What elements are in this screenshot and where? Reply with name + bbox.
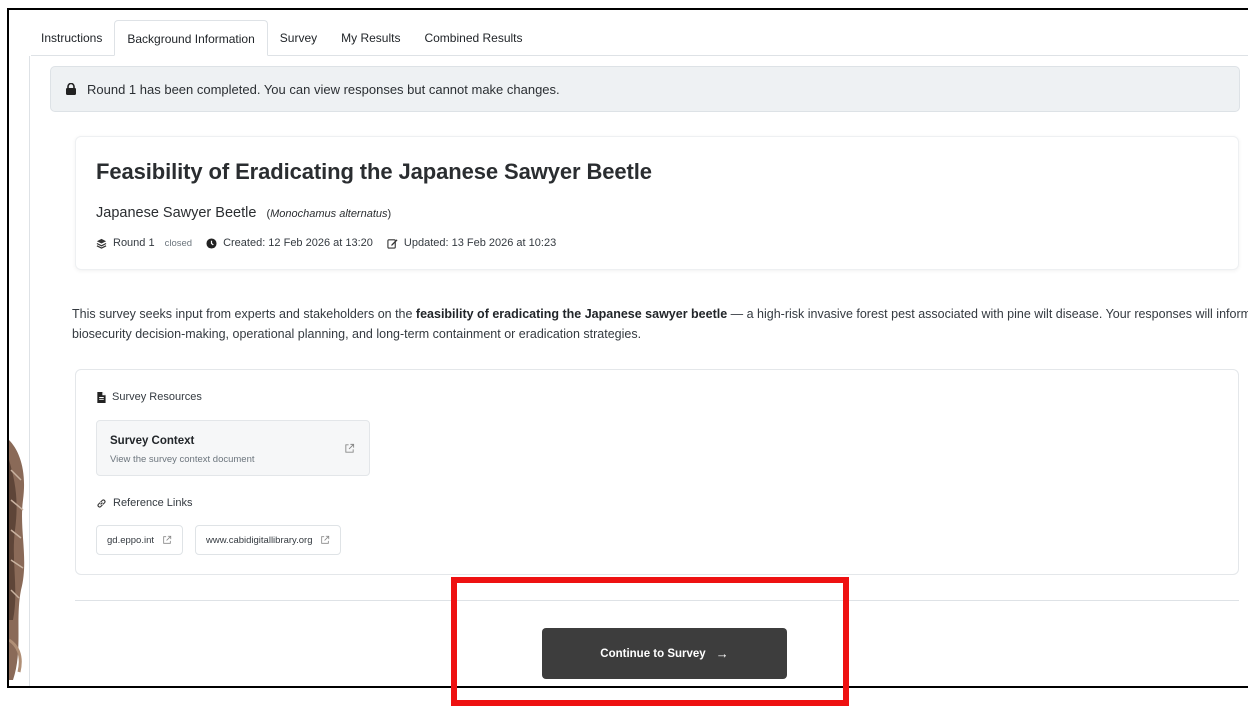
survey-resources-heading: Survey Resources [96,391,202,403]
survey-title: Feasibility of Eradicating the Japanese … [96,159,652,184]
created-date: Created: 12 Feb 2026 at 13:20 [223,237,373,249]
file-icon [97,391,106,403]
reference-link-label: gd.eppo.int [107,534,155,546]
tab-my-results[interactable]: My Results [329,19,412,55]
survey-header-card: Feasibility of Eradicating the Japanese … [75,136,1239,270]
external-link-icon [163,535,172,544]
tab-background-information[interactable]: Background Information [114,20,268,56]
reference-link-label: www.cabidigitallibrary.org [206,534,313,546]
link-icon [97,498,106,508]
external-link-icon [321,535,330,544]
round-label: Round 1 [113,237,155,249]
tab-combined-results[interactable]: Combined Results [412,19,534,55]
survey-resources-card: Survey Resources Survey Context View the… [75,369,1239,575]
species-name: Japanese Sawyer Beetle (Monochamus alter… [96,205,391,221]
document-title: Survey Context [110,435,195,447]
reference-link-eppo[interactable]: gd.eppo.int [96,525,184,555]
edit-icon [387,238,398,249]
tab-bar: Instructions Background Information Surv… [31,20,1248,56]
external-link-icon [345,443,355,453]
layers-icon [96,238,107,249]
lock-icon [66,83,76,95]
tab-survey[interactable]: Survey [268,19,329,55]
reference-links-heading: Reference Links [96,497,193,509]
reference-link-cabi[interactable]: www.cabidigitallibrary.org [195,525,342,555]
status-badge: closed [164,237,193,249]
species-scientific-name: (Monochamus alternatus) [266,208,392,220]
alert-text: Round 1 has been completed. You can view… [87,81,560,97]
survey-context-document[interactable]: Survey Context View the survey context d… [96,420,370,476]
decorative-beetle-image [9,410,31,680]
tab-instructions[interactable]: Instructions [31,19,114,55]
document-subtitle: View the survey context document [110,454,255,465]
clock-icon [206,237,217,249]
survey-description: This survey seeks input from experts and… [72,307,1248,341]
highlight-box [451,577,849,706]
survey-meta: Round 1 closed Created: 12 Feb 2026 at 1… [96,237,556,249]
round-completed-alert: Round 1 has been completed. You can view… [50,66,1240,112]
species-common-name: Japanese Sawyer Beetle [96,205,257,221]
updated-date: Updated: 13 Feb 2026 at 10:23 [403,237,557,249]
